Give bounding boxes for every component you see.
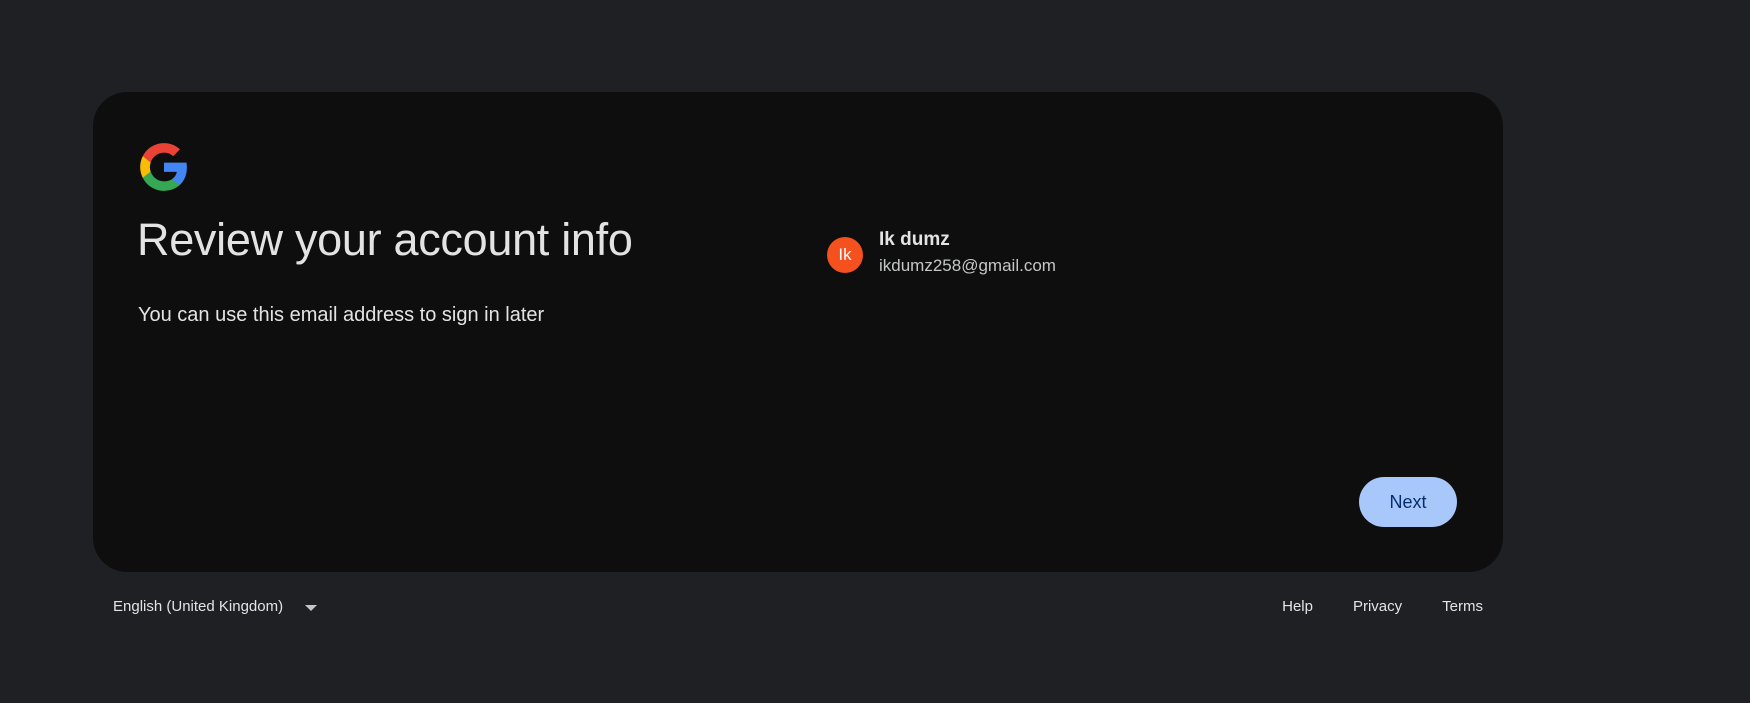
page-title: Review your account info [137, 214, 633, 265]
language-label: English (United Kingdom) [113, 598, 284, 615]
account-email: ikdumz258@gmail.com [879, 256, 1056, 275]
chevron-down-icon [305, 604, 318, 611]
terms-link[interactable]: Terms [1442, 598, 1483, 615]
google-logo-icon [140, 143, 187, 191]
next-button[interactable]: Next [1359, 477, 1457, 527]
account-details: Ik dumz ikdumz258@gmail.com [879, 228, 1056, 278]
avatar: Ik [827, 237, 863, 273]
page-subtitle: You can use this email address to sign i… [138, 304, 545, 326]
footer: English (United Kingdom) Help Privacy Te… [93, 598, 1503, 624]
account-chip: Ik Ik dumz ikdumz258@gmail.com [827, 228, 1056, 278]
account-review-card: Review your account info You can use thi… [93, 92, 1503, 572]
account-name: Ik dumz [879, 229, 950, 250]
help-link[interactable]: Help [1282, 598, 1313, 615]
privacy-link[interactable]: Privacy [1353, 598, 1402, 615]
language-selector[interactable]: English (United Kingdom) [113, 598, 318, 615]
footer-links: Help Privacy Terms [1242, 598, 1483, 615]
